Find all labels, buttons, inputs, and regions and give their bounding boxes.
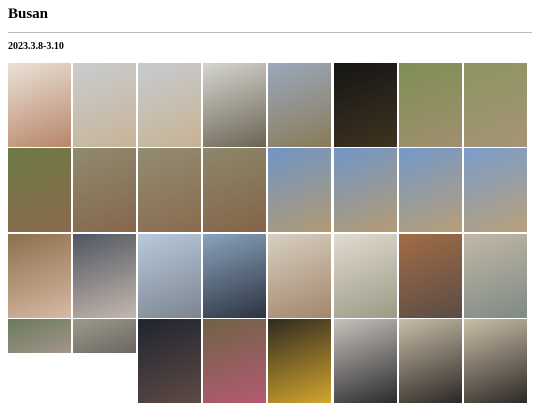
photo-thumbnail[interactable]: [398, 318, 462, 403]
photo-thumbnail[interactable]: [8, 318, 71, 353]
photo-thumbnail[interactable]: [203, 318, 267, 403]
photo-thumbnail[interactable]: [138, 63, 202, 147]
photo-thumbnail[interactable]: [268, 63, 332, 147]
photo-thumbnail[interactable]: [268, 148, 332, 233]
date-range: 2023.3.8-3.10: [8, 41, 64, 52]
photo-thumbnail[interactable]: [333, 318, 397, 403]
photo-thumbnail[interactable]: [268, 233, 332, 318]
photo-thumbnail[interactable]: [333, 148, 397, 233]
photo-thumbnail[interactable]: [463, 318, 527, 403]
photo-thumbnail[interactable]: [73, 233, 137, 318]
photo-thumbnail[interactable]: [138, 148, 202, 233]
photo-thumbnail[interactable]: [138, 233, 202, 318]
photo-thumbnail[interactable]: [333, 63, 397, 147]
photo-thumbnail[interactable]: [8, 63, 71, 147]
photo-grid: [8, 63, 533, 405]
photo-thumbnail[interactable]: [268, 318, 332, 403]
photo-thumbnail[interactable]: [73, 63, 137, 147]
photo-thumbnail[interactable]: [73, 148, 137, 233]
photo-thumbnail[interactable]: [463, 63, 527, 147]
photo-thumbnail[interactable]: [73, 318, 137, 353]
photo-thumbnail[interactable]: [203, 63, 267, 147]
photo-thumbnail[interactable]: [8, 148, 71, 233]
photo-thumbnail[interactable]: [203, 148, 267, 233]
photo-thumbnail[interactable]: [398, 233, 462, 318]
page: Busan 2023.3.8-3.10: [0, 0, 540, 405]
photo-thumbnail[interactable]: [398, 148, 462, 233]
photo-thumbnail[interactable]: [138, 318, 202, 403]
photo-thumbnail[interactable]: [333, 233, 397, 318]
photo-thumbnail[interactable]: [463, 233, 527, 318]
photo-thumbnail[interactable]: [203, 233, 267, 318]
page-title: Busan: [8, 6, 49, 22]
photo-thumbnail[interactable]: [463, 148, 527, 233]
photo-thumbnail[interactable]: [8, 233, 71, 318]
photo-thumbnail[interactable]: [398, 63, 462, 147]
divider: [8, 32, 532, 33]
